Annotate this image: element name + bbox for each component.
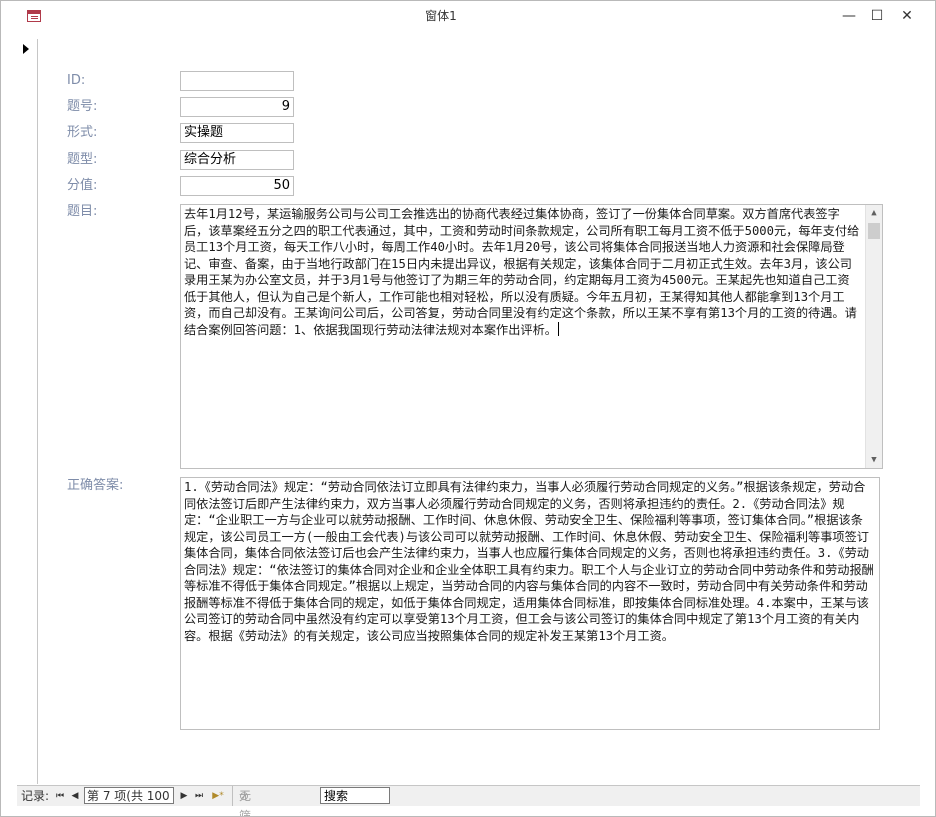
- answer-label: 正确答案:: [67, 478, 124, 493]
- form-type-field[interactable]: 实操题: [180, 123, 294, 143]
- question-scrollbar[interactable]: ▲ ▼: [865, 205, 882, 468]
- nav-separator: [232, 786, 233, 806]
- title-bar: 窗体1 — ☐ ✕: [1, 1, 935, 31]
- question-textarea[interactable]: 去年1月12号，某运输服务公司与公司工会推选出的协商代表经过集体协商，签订了一份…: [180, 204, 883, 469]
- answer-text: 1.《劳动合同法》规定：“劳动合同依法订立即具有法律约束力，当事人必须履行劳动合…: [184, 480, 874, 643]
- form-window: 窗体1 — ☐ ✕ ID: 题号: 9 形式: 实操题 题型: 综合分析 分值:…: [0, 0, 936, 817]
- id-label: ID:: [67, 73, 86, 88]
- question-type-field[interactable]: 综合分析: [180, 150, 294, 170]
- last-record-icon[interactable]: ⏭: [192, 786, 206, 806]
- close-button[interactable]: ✕: [892, 6, 922, 26]
- new-record-icon[interactable]: ▶*: [208, 786, 228, 806]
- scroll-up-icon[interactable]: ▲: [866, 205, 882, 221]
- record-selector[interactable]: [17, 39, 38, 784]
- question-number-field[interactable]: 9: [180, 97, 294, 117]
- score-field[interactable]: 50: [180, 176, 294, 196]
- score-label: 分值:: [67, 178, 98, 193]
- form-type-label: 形式:: [67, 125, 98, 140]
- question-number-label: 题号:: [67, 99, 98, 114]
- id-field[interactable]: [180, 71, 294, 91]
- record-navigation-bar: 记录: ⏮ ◀ 第 7 项(共 100 项) ▶ ⏭ ▶* ⊘ 无筛选器 搜索: [17, 785, 920, 817]
- next-record-icon[interactable]: ▶: [177, 786, 191, 806]
- minimize-button[interactable]: —: [834, 6, 864, 26]
- search-input[interactable]: 搜索: [320, 787, 390, 804]
- question-type-label: 题型:: [67, 152, 98, 167]
- question-text: 去年1月12号，某运输服务公司与公司工会推选出的协商代表经过集体协商，签订了一份…: [184, 207, 860, 337]
- answer-textarea[interactable]: 1.《劳动合同法》规定：“劳动合同依法订立即具有法律约束力，当事人必须履行劳动合…: [180, 477, 880, 730]
- record-label: 记录:: [21, 789, 50, 803]
- maximize-button[interactable]: ☐: [862, 6, 892, 26]
- form-body: ID: 题号: 9 形式: 实操题 题型: 综合分析 分值: 50 题目: 去年…: [38, 39, 920, 784]
- question-label: 题目:: [67, 204, 98, 219]
- scroll-thumb[interactable]: [868, 223, 880, 239]
- first-record-icon[interactable]: ⏮: [53, 786, 67, 806]
- prev-record-icon[interactable]: ◀: [68, 786, 82, 806]
- scroll-down-icon[interactable]: ▼: [866, 452, 882, 468]
- text-cursor: [557, 321, 559, 336]
- filter-label: 无筛选器: [239, 789, 252, 817]
- current-record-arrow-icon: [23, 44, 29, 54]
- window-title: 窗体1: [425, 9, 457, 23]
- horizontal-scrollbar[interactable]: [392, 786, 920, 806]
- record-position-input[interactable]: 第 7 项(共 100 项): [84, 787, 174, 804]
